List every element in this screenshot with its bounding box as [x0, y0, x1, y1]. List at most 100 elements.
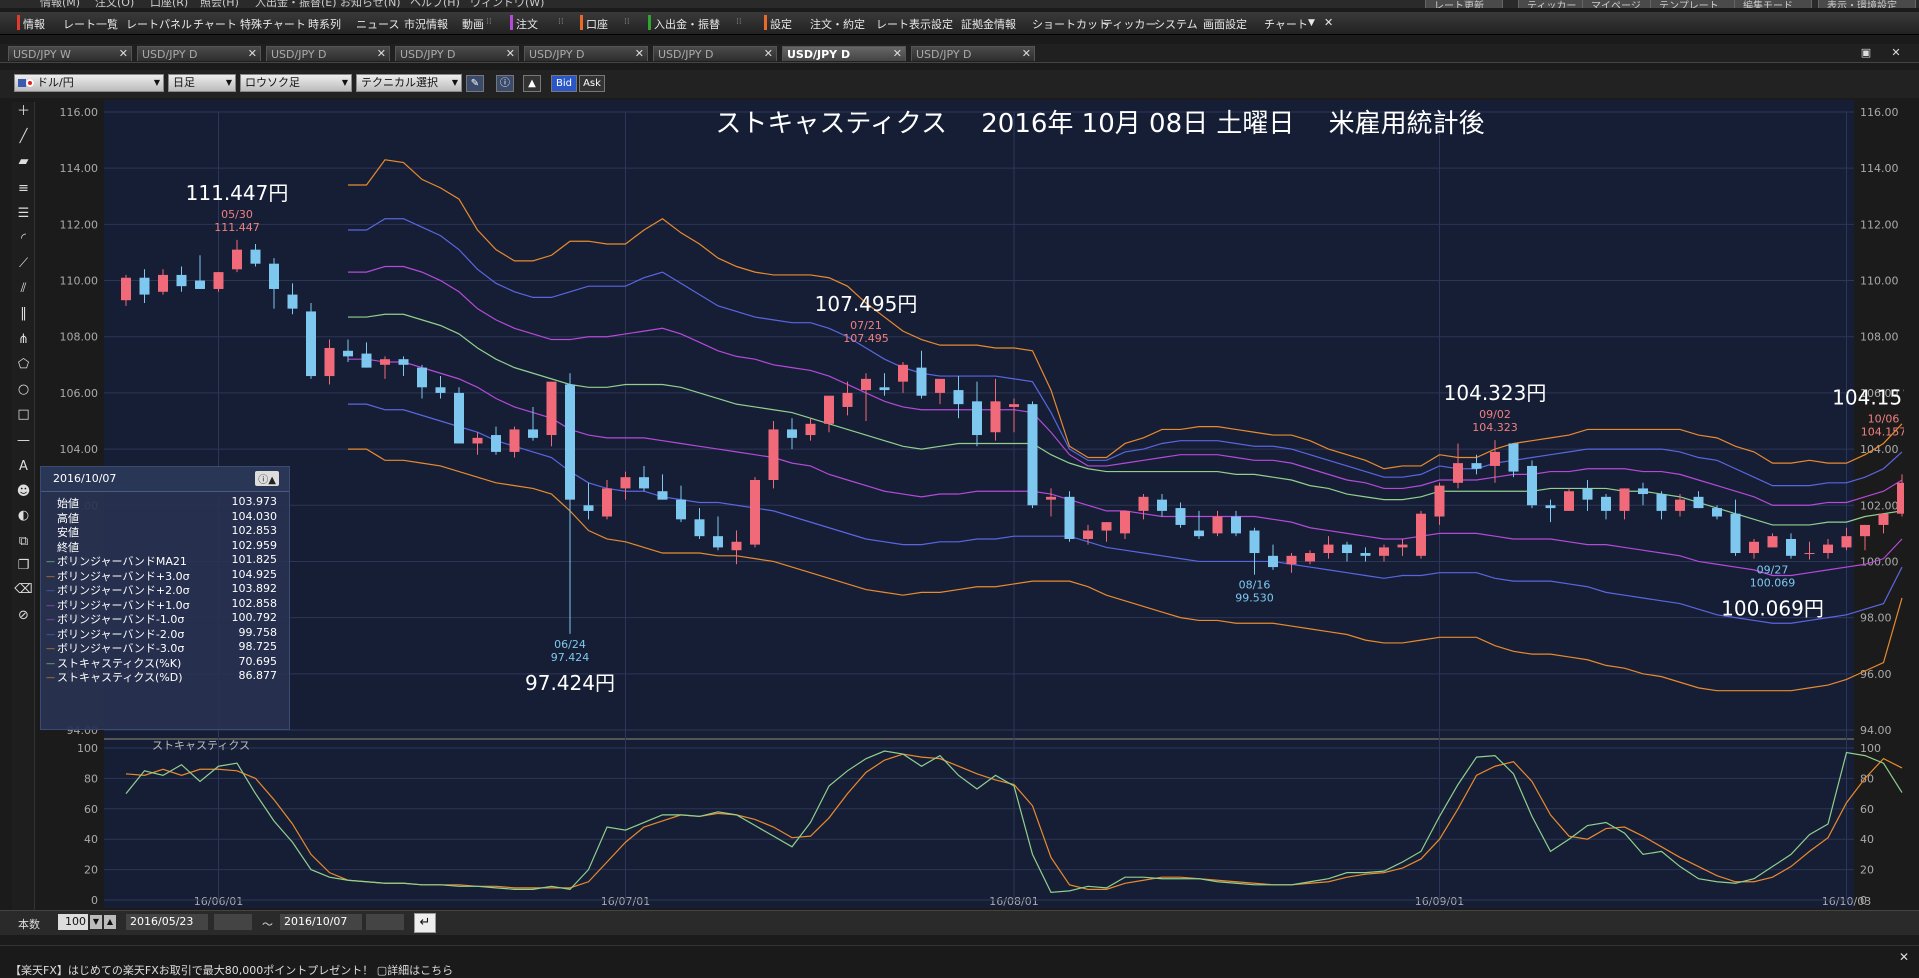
close-icon[interactable]: ✕	[635, 47, 644, 60]
toolbar-rate-panel[interactable]: レートパネル	[126, 16, 192, 32]
candle-body	[1767, 536, 1778, 548]
toolbar-chart[interactable]: チャート	[193, 16, 237, 32]
tab-usdjpy-d[interactable]: USD/JPY D ✕	[911, 46, 1035, 61]
chart-area[interactable]: 116.00 116.00 114.00 114.00 112.00 112.00 110.…	[40, 100, 1919, 910]
trendline-icon[interactable]: ╱	[14, 127, 33, 146]
close-icon[interactable]: ✕	[248, 47, 257, 60]
toolbar-deposit[interactable]: 入出金・振替	[654, 16, 720, 32]
menu-item-window[interactable]: ウィンドウ(W)	[470, 0, 544, 8]
chevron-up-icon[interactable]: ▲	[104, 915, 116, 929]
menu-item-order[interactable]: 注文(O)	[95, 0, 134, 8]
chart-style-select[interactable]: ロウソク足 ▼	[240, 74, 352, 92]
toolbar-screen-settings[interactable]: 画面設定	[1203, 16, 1247, 32]
toolbar-news[interactable]: ニュース	[356, 16, 399, 32]
menu-item-account[interactable]: 口座(R)	[150, 0, 188, 8]
toolbar-rate-list[interactable]: レート一覧	[63, 16, 118, 32]
close-icon[interactable]: ✕	[1022, 47, 1031, 60]
info-collapse-icon[interactable]: ⓘ▲	[255, 471, 279, 486]
rectangle-icon[interactable]: □	[14, 405, 33, 424]
tab-usdjpy-d[interactable]: USD/JPY D ✕	[395, 46, 519, 61]
pitchfork-icon[interactable]: ⋔	[14, 330, 33, 349]
price-chart-svg[interactable]: 116.00 116.00 114.00 114.00 112.00 112.00 110.…	[40, 100, 1919, 910]
tab-usdjpy-d[interactable]: USD/JPY D ✕	[524, 46, 648, 61]
ask-button[interactable]: Ask	[579, 75, 605, 92]
close-news-icon[interactable]: ✕	[1899, 950, 1909, 964]
toolbar-special-chart[interactable]: 特殊チャート	[240, 16, 306, 32]
toolbar-rate-display-settings[interactable]: レート表示設定	[876, 16, 953, 32]
tab-usdjpy-d-active[interactable]: USD/JPY D ✕	[782, 46, 906, 61]
maximize-icon[interactable]: ▣	[1856, 46, 1876, 60]
toolbar-account[interactable]: 口座	[586, 16, 608, 32]
stamp-icon[interactable]: ☻	[14, 482, 33, 501]
toolbar-dropdown-icon[interactable]: ▼	[1308, 18, 1315, 28]
channel-lines-icon[interactable]: ☰	[14, 204, 33, 223]
technical-select[interactable]: テクニカル選択 ▼	[356, 74, 462, 92]
crosshair-icon[interactable]: ＋	[14, 102, 33, 121]
close-icon[interactable]: ✕	[377, 47, 386, 60]
tab-usdjpy-w[interactable]: USD/JPY W ✕	[8, 46, 132, 61]
menu-item-inquiry[interactable]: 照会(H)	[200, 0, 239, 8]
close-icon[interactable]: ✕	[893, 47, 902, 60]
display-settings-button[interactable]: 表示・環境設定	[1818, 0, 1916, 8]
menu-item-info[interactable]: 情報(M)	[40, 0, 80, 8]
mountain-chart-icon[interactable]: ▲	[523, 75, 541, 92]
menu-item-deposit[interactable]: 入出金・振替(E)	[255, 0, 337, 8]
news-text[interactable]: 【楽天FX】はじめての楽天FXお取引で最大80,000ポイントプレゼント！ ▢詳…	[10, 962, 453, 978]
pentagon-icon[interactable]: ⬠	[14, 355, 33, 374]
chevron-down-icon[interactable]: ▼	[90, 915, 102, 929]
close-icon[interactable]: ✕	[764, 47, 773, 60]
toolbar-chart-2[interactable]: チャート	[1264, 16, 1308, 32]
close-window-icon[interactable]: ✕	[1886, 46, 1906, 60]
candle-body	[1231, 516, 1241, 534]
vertical-lines-icon[interactable]: ‖	[14, 304, 33, 323]
menu-item-help[interactable]: ヘルプ(H)	[410, 0, 460, 8]
line-icon[interactable]: —	[14, 431, 33, 450]
magnet-icon[interactable]: ◐	[14, 506, 33, 525]
text-icon[interactable]: A	[14, 457, 33, 476]
template-button[interactable]: テンプレート	[1650, 0, 1738, 8]
mypage-button[interactable]: マイページ	[1582, 0, 1660, 8]
toolbar-system[interactable]: システム	[1154, 16, 1198, 32]
toolbar-order-execution[interactable]: 注文・約定	[810, 16, 865, 32]
horizontal-lines-icon[interactable]: ≡	[14, 179, 33, 198]
close-icon[interactable]: ✕	[506, 47, 515, 60]
eraser-icon[interactable]: ⌫	[14, 580, 33, 599]
toolbar-video[interactable]: 動画	[462, 16, 484, 32]
toolbar-close-icon[interactable]: ✕	[1324, 16, 1333, 29]
toolbar-time-series[interactable]: 時系列	[308, 16, 341, 32]
from-date-input[interactable]: 2016/05/23	[126, 914, 208, 930]
bid-button[interactable]: Bid	[551, 75, 577, 92]
tab-usdjpy-d[interactable]: USD/JPY D ✕	[137, 46, 261, 61]
ohlc-value: 103.892	[231, 582, 278, 595]
from-time-input[interactable]	[214, 914, 252, 930]
gann-fan-icon[interactable]: ⫽	[14, 279, 33, 298]
to-date-input[interactable]: 2016/10/07	[280, 914, 362, 930]
clear-icon[interactable]: ⊘	[14, 606, 33, 625]
pen-icon[interactable]: ✎	[466, 75, 484, 92]
toolbar-info[interactable]: 情報	[23, 16, 45, 32]
fibonacci-fan-icon[interactable]: ◜	[14, 229, 33, 248]
tab-usdjpy-d[interactable]: USD/JPY D ✕	[653, 46, 777, 61]
toolbar-market-info[interactable]: 市況情報	[404, 16, 448, 32]
toolbar-shortcut[interactable]: ショートカット	[1032, 16, 1109, 32]
toolbar-ticker[interactable]: ティッカー	[1102, 16, 1156, 32]
to-time-input[interactable]	[366, 914, 404, 930]
rate-update-button[interactable]: レート更新	[1425, 0, 1503, 8]
toolbar-order[interactable]: 注文	[516, 16, 538, 32]
count-input[interactable]: 100	[58, 914, 88, 930]
close-icon[interactable]: ✕	[119, 47, 128, 60]
layers-icon[interactable]: ❐	[14, 556, 33, 575]
copy-icon[interactable]: ⧉	[14, 532, 33, 551]
toolbar-margin-info[interactable]: 証拠金情報	[961, 16, 1016, 32]
return-icon[interactable]: ↵	[414, 913, 436, 933]
circle-icon[interactable]: ○	[14, 380, 33, 399]
menu-item-notice[interactable]: お知らせ(N)	[340, 0, 401, 8]
edit-mode-button[interactable]: 編集モード	[1734, 0, 1812, 8]
ruler-icon[interactable]: ▰	[14, 152, 33, 171]
period-select[interactable]: 日足 ▼	[168, 74, 236, 92]
info-icon[interactable]: ⓘ	[496, 75, 514, 92]
tab-usdjpy-d[interactable]: USD/JPY D ✕	[266, 46, 390, 61]
fan-lines-icon[interactable]: ⟋	[14, 254, 33, 273]
currency-pair-select[interactable]: ドル/円 ▼	[14, 74, 164, 92]
toolbar-settings[interactable]: 設定	[770, 16, 792, 32]
